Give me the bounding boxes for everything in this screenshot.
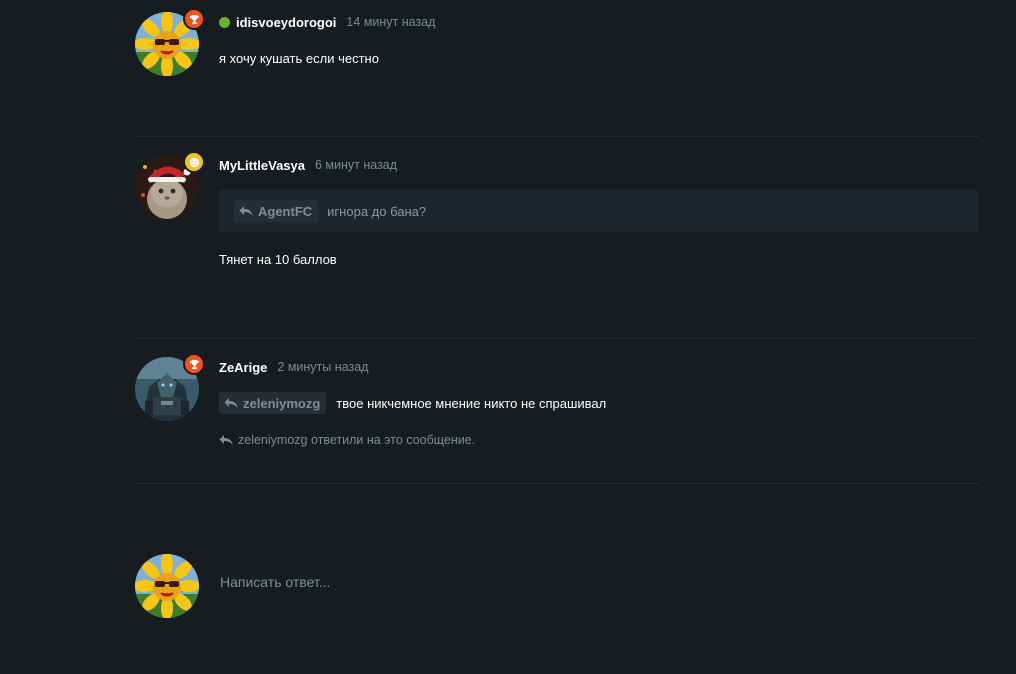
avatar[interactable] xyxy=(135,353,205,421)
comment-divider xyxy=(135,338,979,339)
avatar[interactable] xyxy=(135,151,205,219)
avatar[interactable] xyxy=(135,8,205,76)
comment-reply-line: zeleniymozg твое никчемное мнение никто … xyxy=(219,392,979,414)
comment-timestamp: 6 минут назад xyxy=(315,158,398,172)
comment-divider xyxy=(135,483,979,484)
comment-meta: ZeArige 2 минуты назад xyxy=(219,357,979,377)
reply-arrow-icon xyxy=(224,398,238,408)
smile-icon xyxy=(183,151,205,173)
comment-meta: MyLittleVasya 6 минут назад xyxy=(219,155,979,175)
username-link[interactable]: MyLittleVasya xyxy=(219,158,305,173)
comment-text: Тянет на 10 баллов xyxy=(219,252,337,267)
reply-input[interactable] xyxy=(220,574,820,590)
reply-arrow-icon xyxy=(239,206,253,216)
comment-meta: idisvoeydorogoi 14 минут назад xyxy=(219,12,979,32)
replies-notice-link[interactable]: zeleniymozg ответили на это сообщение. xyxy=(219,433,979,447)
trophy-icon xyxy=(183,8,205,30)
reply-to-link[interactable]: zeleniymozg xyxy=(219,392,327,414)
quote-author-name: AgentFC xyxy=(258,203,313,219)
comment-timestamp: 2 минуты назад xyxy=(277,360,369,374)
sunflower-avatar-image xyxy=(135,554,199,618)
quote-author-link[interactable]: AgentFC xyxy=(234,200,319,222)
reply-to-name: zeleniymozg xyxy=(243,395,321,411)
comment-text: я хочу кушать если честно xyxy=(219,51,379,66)
current-user-avatar xyxy=(135,554,199,618)
comment-divider xyxy=(135,136,979,137)
quoted-message: AgentFC игнора до бана? xyxy=(219,190,979,232)
username-link[interactable]: ZeArige xyxy=(219,360,267,375)
replies-notice-text: zeleniymozg ответили на это сообщение. xyxy=(238,433,476,447)
comment-thread: idisvoeydorogoi 14 минут назад я хочу ку… xyxy=(0,0,1016,674)
reply-arrow-icon xyxy=(219,435,233,445)
online-status-icon xyxy=(219,16,230,28)
comment-timestamp: 14 минут назад xyxy=(346,15,436,29)
quote-text: игнора до бана? xyxy=(327,203,427,219)
trophy-icon xyxy=(183,353,205,375)
username-link[interactable]: idisvoeydorogoi xyxy=(236,15,336,30)
comment-text: твое никчемное мнение никто не спрашивал xyxy=(336,395,607,411)
reply-composer xyxy=(135,554,979,618)
